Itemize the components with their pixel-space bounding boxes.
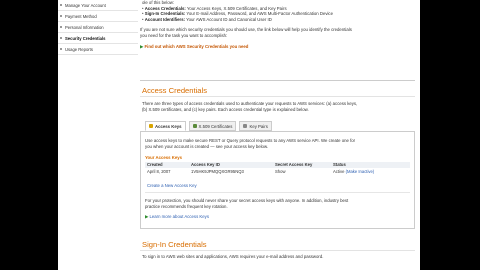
tab-label: X.509 Certificates xyxy=(198,123,233,129)
nav-item-manage-account[interactable]: Manage Your Account xyxy=(58,0,138,11)
access-desc-line-1: There are three types of access credenti… xyxy=(142,101,358,106)
bullet-title: Account Identifiers: xyxy=(144,16,186,22)
left-navigation: Manage Your Account Payment Method Perso… xyxy=(58,0,138,270)
security-note-2: practice recommends frequent key rotatio… xyxy=(145,204,228,209)
bullet-icon xyxy=(60,37,62,39)
section-divider xyxy=(140,80,415,81)
find-credentials-link[interactable]: ▶ Find out which AWS Security Credential… xyxy=(140,44,415,50)
bullet-icon xyxy=(60,15,62,17)
nav-label: Security Credentials xyxy=(65,36,106,41)
nav-item-security-credentials[interactable]: Security Credentials xyxy=(58,33,138,44)
learn-more-link[interactable]: ▶ Learn more about Access Keys xyxy=(145,214,209,220)
access-keys-table-title: Your Access Keys xyxy=(145,155,183,160)
panel-text-2: you when your account is created — see y… xyxy=(145,144,269,149)
bullet-text: Your E-mail Address, Password, and AWS M… xyxy=(185,11,333,17)
bullet-title: Sign-In Credentials: xyxy=(144,11,186,17)
cell-status: Active (Make Inactive) xyxy=(331,168,410,175)
title-underline xyxy=(140,250,415,251)
tab-access-keys[interactable]: Access Keys xyxy=(145,121,186,131)
table-row: April 8, 2007 1V5HK9JPMQQXGR95NQ3 Show A… xyxy=(145,168,410,175)
main-content: ole of this below: • Access Credentials:… xyxy=(140,0,415,270)
bullet-icon xyxy=(60,4,62,6)
nav-item-personal-information[interactable]: Personal Information xyxy=(58,22,138,33)
browser-viewport: Manage Your Account Payment Method Perso… xyxy=(58,0,420,270)
nav-label: Payment Method xyxy=(65,14,97,19)
show-secret-link[interactable]: Show xyxy=(273,168,331,175)
bullet-title: Access Credentials: xyxy=(144,5,186,11)
bullet-text: Your Access Keys, X.509 Certificates, an… xyxy=(185,5,287,11)
signin-desc: To sign in to AWS web sites and applicat… xyxy=(142,254,324,259)
title-underline xyxy=(140,96,415,97)
security-note-1: For your protection, you should never sh… xyxy=(145,198,349,203)
panel-text-1: Use access keys to make secure REST or Q… xyxy=(145,138,356,143)
access-desc-line-2: (b) X.509 certificates, and (c) key pair… xyxy=(142,107,309,112)
panel-divider xyxy=(145,192,410,193)
nav-item-usage-reports[interactable]: Usage Reports xyxy=(58,44,138,55)
key-pair-icon xyxy=(243,124,248,128)
access-tabs: Access Keys X.509 Certificates Key Pairs xyxy=(145,121,272,131)
cell-created: April 8, 2007 xyxy=(147,168,171,174)
credentials-overview: ole of this below: • Access Credentials:… xyxy=(140,0,415,49)
access-keys-table: Created Access Key ID Secret Access Key … xyxy=(145,162,410,175)
key-icon xyxy=(149,124,153,128)
nav-label: Personal Information xyxy=(65,25,104,30)
bullet-icon xyxy=(60,26,62,28)
nav-label: Manage Your Account xyxy=(65,3,106,8)
tab-label: Access Keys xyxy=(155,123,182,129)
find-credentials-link-text[interactable]: Find out which AWS Security Credentials … xyxy=(145,44,249,49)
cell-key-id: 1V5HK9JPMQQXGR95NQ3 xyxy=(191,168,244,174)
nav-label: Usage Reports xyxy=(65,47,93,52)
bullet-account-identifiers: • Account Identifiers: Your AWS Account … xyxy=(142,16,272,22)
nav-item-payment-method[interactable]: Payment Method xyxy=(58,11,138,22)
make-inactive-link[interactable]: (Make Inactive) xyxy=(346,169,375,174)
access-keys-panel: Use access keys to make secure REST or Q… xyxy=(140,131,415,229)
tab-label: Key Pairs xyxy=(249,123,268,129)
help-paragraph-2: you need for the task you want to accomp… xyxy=(140,32,228,38)
bullet-text: Your AWS Account ID and Canonical User I… xyxy=(185,16,272,22)
status-text: Active xyxy=(333,168,345,174)
access-credentials-title: Access Credentials xyxy=(142,86,207,95)
bullet-icon xyxy=(60,48,62,50)
tab-key-pairs[interactable]: Key Pairs xyxy=(239,121,272,131)
certificate-icon xyxy=(192,124,197,128)
create-access-key-link[interactable]: Create a New Access Key xyxy=(147,183,197,189)
tab-x509-certificates[interactable]: X.509 Certificates xyxy=(188,121,237,131)
learn-more-link-text[interactable]: Learn more about Access Keys xyxy=(150,214,209,219)
signin-credentials-title: Sign-In Credentials xyxy=(142,240,207,249)
